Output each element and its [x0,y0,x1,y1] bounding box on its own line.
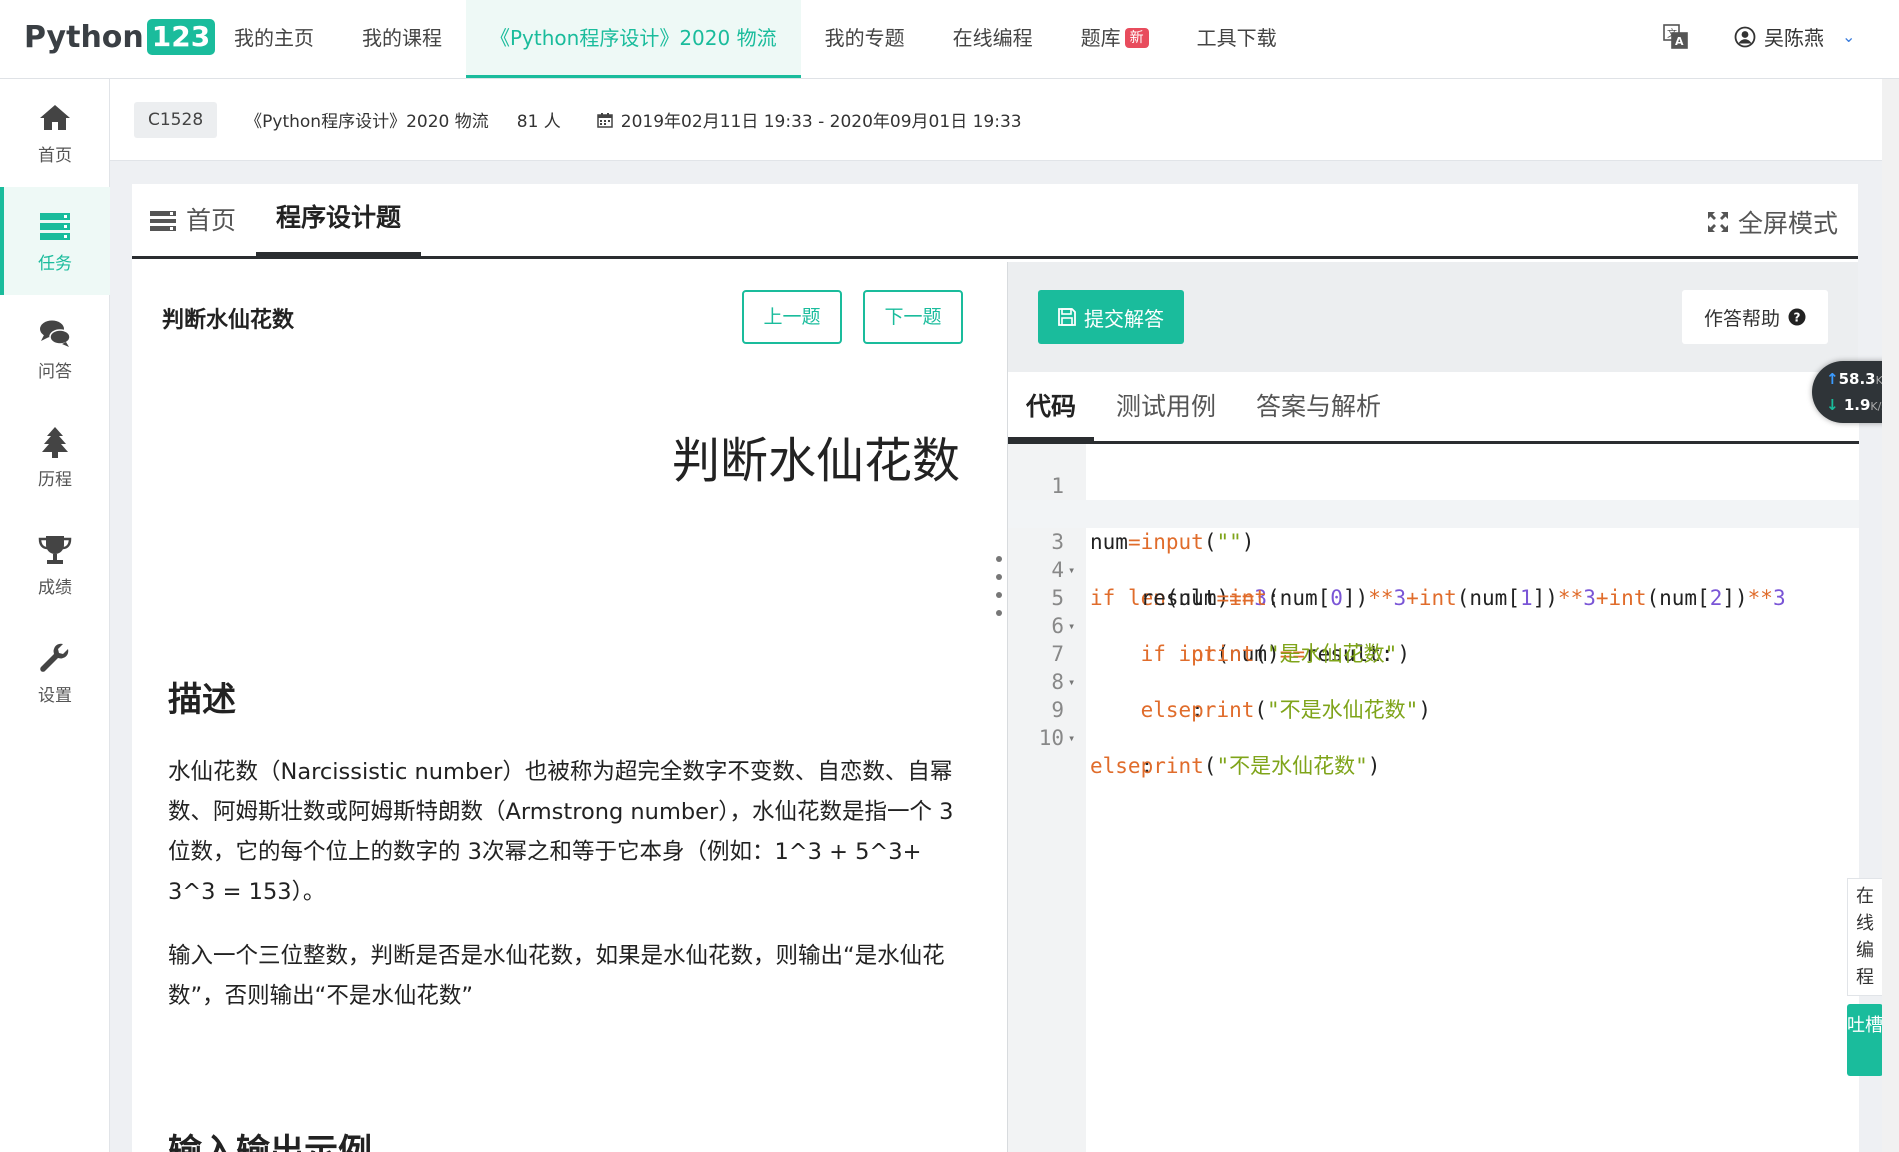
description-paragraph-1: 水仙花数（Narcissistic number）也被称为超完全数字不变数、自恋… [168,759,954,905]
answer-help-button[interactable]: 作答帮助 ? [1682,290,1828,344]
course-name: 《Python程序设计》2020 物流 [245,112,489,132]
tab-test-cases[interactable]: 测试用例 [1116,372,1216,442]
user-name: 吴陈燕 [1764,26,1824,50]
list-icon [150,210,176,231]
comments-icon [40,320,71,347]
nav-question-bank-label: 题库 [1080,26,1121,50]
course-period: 2019年02月11日 19:33 - 2020年09月01日 19:33 [597,107,1022,132]
download-arrow-icon: ↓ [1826,396,1839,414]
prev-question-button[interactable]: 上一题 [742,290,842,344]
course-period-text: 2019年02月11日 19:33 - 2020年09月01日 19:33 [620,112,1022,132]
sidebar-item-tasks[interactable]: 任务 [0,187,110,295]
upload-arrow-icon: ↑ [1826,370,1839,388]
tasks-icon [40,212,70,240]
home-icon [40,104,70,130]
code-line: 1 #判断水仙花数 [1008,444,1859,526]
sidebar-item-label: 任务 [38,253,72,274]
user-menu[interactable]: 吴陈燕 ⌄ [1734,22,1855,51]
sidebar-item-qa[interactable]: 问答 [0,295,110,403]
description-heading: 描述 [168,680,236,720]
new-badge: 新 [1124,28,1149,48]
nav-current-course[interactable]: 《Python程序设计》2020 物流 [466,0,801,78]
course-info-bar: C1528 《Python程序设计》2020 物流 81 人 2019年02月1… [110,79,1882,161]
sidebar-item-grades[interactable]: 成绩 [0,511,110,619]
trophy-icon [38,535,72,564]
main-nav: 我的主页 我的课程 《Python程序设计》2020 物流 我的专题 在线编程 … [210,0,1301,78]
top-navbar: Python 123 我的主页 我的课程 《Python程序设计》2020 物流… [0,0,1899,79]
code-line: 7 ▾ else: [1008,612,1859,722]
code-line: 9 ▾ else: [1008,668,1859,778]
answer-help-label: 作答帮助 [1703,307,1780,330]
translate-icon[interactable]: 文 A [1661,22,1691,52]
nav-my-home[interactable]: 我的主页 [210,0,338,78]
sidebar-item-label: 历程 [38,469,72,490]
online-coding-float-button[interactable]: 在线编程 [1847,878,1883,996]
tab-program[interactable]: 程序设计题 [256,184,422,257]
next-question-button[interactable]: 下一题 [863,290,963,344]
logo-number: 123 [146,19,216,55]
main-panel: 首页 程序设计题 全屏模式 判断水仙花数 上一题 下一题 判断水仙花数 描述 水… [132,184,1859,1152]
code-editor[interactable]: 1 #判断水仙花数 2 num=input("") 3 ▾ if len(num… [1008,444,1859,1152]
code-line: 8 print("不是水仙花数") [1008,640,1859,722]
panel-tabs: 首页 程序设计题 全屏模式 [132,184,1858,259]
description-paragraph-2: 输入一个三位整数，判断是否是水仙花数，如果是水仙花数，则输出“是水仙花数”，否则… [168,943,945,1009]
sidebar-item-history[interactable]: 历程 [0,403,110,511]
problem-pane: 判断水仙花数 上一题 下一题 判断水仙花数 描述 水仙花数（Narcissist… [132,262,1007,1152]
sidebar-item-label: 问答 [38,361,72,382]
wrench-icon [40,643,69,672]
sidebar-item-label: 首页 [38,145,72,166]
question-circle-icon: ? [1788,308,1806,326]
sidebar-item-home[interactable]: 首页 [0,79,110,187]
tab-answer-analysis[interactable]: 答案与解析 [1256,372,1381,442]
code-line: 6 print("是水仙花数") [1008,584,1859,666]
tab-code[interactable]: 代码 [1008,372,1095,442]
tree-icon [42,426,68,458]
logo[interactable]: Python 123 [24,19,216,55]
tab-home-label: 首页 [186,205,237,235]
submit-answer-label: 提交解答 [1084,306,1164,331]
tab-home[interactable]: 首页 [150,184,236,257]
nav-online-coding[interactable]: 在线编程 [929,0,1057,78]
svg-text:A: A [1675,35,1684,48]
logo-text: Python [24,19,144,55]
page-scrollbar[interactable] [1882,79,1899,1152]
code-line: 10 print("不是水仙花数") [1008,696,1859,778]
code-tabs: 代码 测试用例 答案与解析 [1008,372,1859,444]
code-line: 4 result=int(num[0])**3+int(num[1])**3+i… [1008,528,1859,610]
svg-text:?: ? [1794,311,1801,325]
download-speed-value: 1.9 [1843,396,1871,414]
student-count: 81 人 [516,112,561,132]
chevron-down-icon: ⌄ [1842,27,1856,46]
io-example-heading: 输入输出示例 [168,1132,372,1152]
code-text: print("不是水仙花数") [1140,754,1381,778]
fullscreen-label: 全屏模式 [1737,209,1838,238]
problem-title: 判断水仙花数 [162,308,295,333]
expand-icon [1707,212,1728,232]
code-line: 5 ▾ if int(num)==result: [1008,556,1859,666]
user-icon [1734,26,1756,47]
sidebar-item-label: 成绩 [38,577,72,598]
save-icon [1058,308,1076,326]
fullscreen-button[interactable]: 全屏模式 [1706,204,1838,240]
nav-my-courses[interactable]: 我的课程 [338,0,466,78]
nav-tool-download[interactable]: 工具下载 [1173,0,1301,78]
upload-speed-value: 58.3 [1838,370,1876,388]
sidebar-item-settings[interactable]: 设置 [0,619,110,727]
nav-question-bank[interactable]: 题库新 [1057,0,1173,78]
pane-splitter-handle[interactable] [996,556,1002,616]
code-line: 3 ▾ if len(num)==3: [1008,500,1859,610]
problem-heading: 判断水仙花数 [672,433,961,489]
code-line: 2 num=input("") [1008,472,1859,554]
sidebar: 首页 任务 问答 历程 成绩 设置 [0,79,110,1152]
course-code: C1528 [134,101,218,138]
line-number: 10 [1038,726,1064,750]
code-pane: 提交解答 作答帮助 ? 代码 测试用例 答案与解析 1 #判断水仙花数 2 nu… [1007,262,1859,1152]
calendar-icon [597,112,613,128]
nav-my-topics[interactable]: 我的专题 [801,0,929,78]
submit-answer-button[interactable]: 提交解答 [1038,290,1184,344]
feedback-float-button[interactable]: 吐槽 [1847,1004,1883,1076]
sidebar-item-label: 设置 [38,685,72,706]
